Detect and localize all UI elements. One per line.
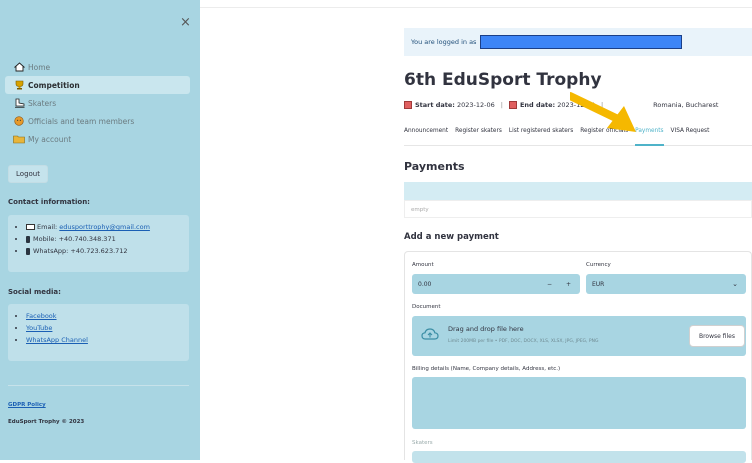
decrement-button[interactable]: −	[547, 281, 552, 288]
calendar-icon	[404, 101, 412, 109]
payments-empty: empty	[404, 200, 752, 218]
contact-whatsapp: WhatsApp: +40.723.623.712	[26, 245, 189, 257]
sidebar: × Home Competition Skaters Officials and…	[0, 0, 200, 460]
annotation-arrow-icon	[570, 92, 636, 132]
currency-label: Currency	[586, 262, 611, 268]
email-link[interactable]: edusporttrophy@gmail.com	[59, 223, 150, 231]
contact-email: Email: edusporttrophy@gmail.com	[26, 221, 189, 233]
logout-button[interactable]: Logout	[8, 165, 48, 183]
nav-item-home[interactable]: Home	[5, 58, 190, 76]
start-label: Start date:	[415, 101, 455, 109]
contact-mobile: Mobile: +40.740.348.371	[26, 233, 189, 245]
amount-input[interactable]: 0.00 − +	[412, 274, 580, 294]
social-title: Social media:	[8, 288, 61, 296]
nav-item-skaters[interactable]: Skaters	[5, 94, 190, 112]
officials-icon	[13, 116, 25, 126]
social-box: Facebook YouTube WhatsApp Channel	[8, 304, 189, 361]
folder-icon	[13, 134, 25, 144]
event-location: Romania, Bucharest	[653, 101, 719, 109]
add-payment-heading: Add a new payment	[404, 232, 499, 242]
tab-list-registered-skaters[interactable]: List registered skaters	[509, 125, 573, 145]
calendar-icon	[508, 101, 517, 109]
social-item: WhatsApp Channel	[26, 334, 189, 346]
nav-label: Officials and team members	[28, 116, 135, 126]
browse-files-button[interactable]: Browse files	[689, 325, 745, 347]
chevron-down-icon: ⌄	[732, 280, 738, 288]
drag-drop-text: Drag and drop file here	[448, 325, 524, 333]
file-limit-text: Limit 200MB per file • PDF, DOC, DOCX, X…	[448, 339, 599, 344]
nav-label: Home	[28, 62, 51, 72]
social-item: Facebook	[26, 310, 189, 322]
whatsapp-text: WhatsApp: +40.723.623.712	[33, 247, 128, 255]
amount-label: Amount	[412, 262, 434, 268]
skaters-label: Skaters	[412, 440, 433, 446]
logged-in-text: You are logged in as	[411, 38, 477, 46]
skaters-select[interactable]	[412, 451, 746, 463]
trophy-icon	[13, 80, 25, 90]
nav-item-officials[interactable]: Officials and team members	[5, 112, 190, 130]
increment-button[interactable]: +	[566, 281, 571, 288]
billing-details-textarea[interactable]	[412, 377, 746, 429]
sidebar-nav: Home Competition Skaters Officials and t…	[5, 58, 190, 148]
currency-value: EUR	[592, 280, 605, 288]
contact-title: Contact information:	[8, 198, 90, 206]
phone-icon	[26, 235, 30, 243]
tab-announcement[interactable]: Announcement	[404, 125, 448, 145]
copyright-text: EduSport Trophy © 2023	[8, 419, 85, 425]
document-label: Document	[412, 304, 441, 310]
facebook-link[interactable]: Facebook	[26, 312, 57, 320]
contact-box: Email: edusporttrophy@gmail.com Mobile: …	[8, 215, 189, 272]
nav-label: Skaters	[28, 98, 57, 108]
payments-heading: Payments	[404, 160, 465, 173]
payments-table-header	[404, 182, 752, 200]
add-payment-form: Amount 0.00 − + Currency EUR ⌄ Document …	[404, 251, 752, 463]
home-icon	[13, 62, 25, 72]
nav-label: My account	[28, 134, 72, 144]
email-label: Email:	[37, 223, 60, 231]
main-content: You are logged in as 6th EduSport Trophy…	[404, 0, 752, 463]
redacted-username	[480, 35, 682, 49]
social-item: YouTube	[26, 322, 189, 334]
close-sidebar-button[interactable]: ×	[180, 15, 191, 30]
end-label: End date:	[519, 101, 556, 109]
phone-icon	[26, 247, 30, 255]
tab-visa-request[interactable]: VISA Request	[671, 125, 710, 145]
event-dates: Start date: 2023-12-06 | End date: 2023-…	[404, 101, 718, 109]
nav-item-my-account[interactable]: My account	[5, 130, 190, 148]
youtube-link[interactable]: YouTube	[26, 324, 52, 332]
amount-value: 0.00	[418, 280, 432, 288]
sidebar-divider	[8, 385, 189, 386]
currency-select[interactable]: EUR ⌄	[586, 274, 746, 294]
skate-icon	[13, 98, 25, 108]
envelope-icon	[26, 224, 35, 230]
mobile-text: Mobile: +40.740.348.371	[33, 235, 116, 243]
nav-item-competition[interactable]: Competition	[5, 76, 190, 94]
tab-register-skaters[interactable]: Register skaters	[455, 125, 502, 145]
cloud-upload-icon	[421, 327, 439, 343]
start-date: 2023-12-06	[456, 101, 495, 109]
nav-label: Competition	[28, 80, 80, 90]
page-title: 6th EduSport Trophy	[404, 70, 602, 90]
whatsapp-channel-link[interactable]: WhatsApp Channel	[26, 336, 88, 344]
billing-label: Billing details (Name, Company details, …	[412, 366, 561, 372]
gdpr-link[interactable]: GDPR Policy	[8, 402, 46, 408]
